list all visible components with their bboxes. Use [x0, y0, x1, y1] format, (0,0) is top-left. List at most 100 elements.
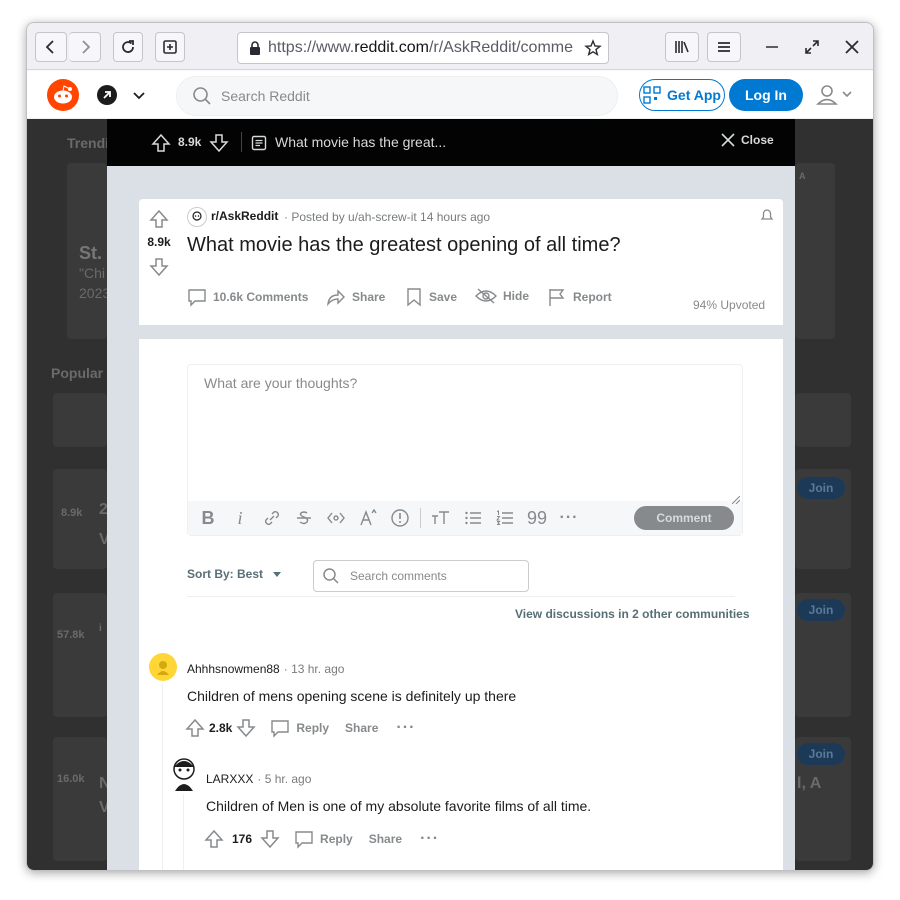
reddit-header: Search Reddit Get App Log In	[27, 71, 873, 119]
feed-filter-right[interactable]	[795, 393, 851, 447]
report-button[interactable]: Report	[547, 287, 612, 307]
bold-icon[interactable]: B	[192, 501, 224, 535]
feed-count-3: 16.0k	[57, 773, 85, 785]
new-tab-button[interactable]	[155, 32, 185, 62]
feed-post-2-letter: i	[99, 623, 102, 634]
toolbar-divider	[420, 508, 421, 528]
close-modal-button[interactable]: Close	[721, 133, 774, 147]
comment-share-button[interactable]: Share	[345, 721, 378, 735]
url-bar[interactable]: https://www. reddit.com/r/AskReddit/comme	[237, 32, 609, 64]
more-options-icon[interactable]: ···	[553, 501, 585, 535]
get-app-button[interactable]: Get App	[639, 79, 725, 111]
avatar[interactable]	[167, 755, 201, 793]
upvote-icon[interactable]	[185, 718, 205, 738]
search-icon	[323, 568, 339, 584]
reload-button[interactable]	[113, 32, 143, 62]
comments-button[interactable]: 10.6k Comments	[187, 287, 308, 307]
quote-block-icon[interactable]: 99	[521, 501, 553, 535]
browser-window: https://www. reddit.com/r/AskReddit/comme	[26, 22, 874, 871]
popular-arrow-icon[interactable]	[97, 85, 117, 105]
post-modal-bar: 8.9k What movie has the great... Close	[107, 119, 795, 166]
star-icon[interactable]	[584, 39, 602, 57]
modal-vote-count: 8.9k	[178, 135, 202, 149]
log-in-button[interactable]: Log In	[729, 79, 803, 111]
reddit-logo-icon[interactable]	[47, 79, 79, 111]
post-card: 8.9k r/AskReddit · Posted by u/ah-screw-…	[139, 199, 783, 870]
post-downvote-icon[interactable]	[149, 257, 169, 277]
maximize-button[interactable]	[801, 36, 823, 58]
comment-2-header: LARXXX · 5 hr. ago	[206, 772, 311, 786]
user-menu-button[interactable]	[815, 83, 859, 107]
thread-line-2[interactable]	[183, 794, 184, 870]
upvote-icon[interactable]	[204, 829, 224, 849]
more-icon[interactable]: ···	[396, 719, 415, 737]
spoiler-icon[interactable]	[384, 501, 416, 535]
join-button-2[interactable]: Join	[797, 599, 845, 621]
numbered-list-icon[interactable]	[489, 501, 521, 535]
thread-line-1[interactable]	[162, 684, 163, 870]
downvote-icon[interactable]	[209, 133, 229, 153]
upvote-icon[interactable]	[151, 133, 171, 153]
close-window-button[interactable]	[841, 36, 863, 58]
new-tab-icon	[163, 40, 177, 54]
arrow-right-icon	[81, 40, 90, 54]
share-button[interactable]: Share	[326, 287, 385, 307]
minimize-button[interactable]	[761, 36, 783, 58]
browser-toolbar: https://www. reddit.com/r/AskReddit/comme	[27, 23, 873, 70]
subreddit-link[interactable]: r/AskReddit	[211, 209, 278, 223]
comment-author[interactable]: LARXXX	[206, 772, 253, 786]
forward-button[interactable]	[69, 32, 101, 62]
reply-button[interactable]: Reply	[270, 718, 329, 738]
bulleted-list-icon[interactable]	[457, 501, 489, 535]
back-button[interactable]	[35, 32, 67, 62]
heading-icon[interactable]	[425, 501, 457, 535]
trending-card-sub: "Chi	[79, 265, 105, 281]
maximize-icon	[805, 40, 819, 54]
join-button-1[interactable]: Join	[797, 477, 845, 499]
comment-share-button[interactable]: Share	[369, 832, 402, 846]
feed-post-2-left[interactable]	[53, 593, 107, 717]
join-button-3[interactable]: Join	[797, 743, 845, 765]
library-button[interactable]	[665, 32, 699, 62]
trending-card-right[interactable]	[795, 163, 835, 339]
share-label: Share	[352, 290, 386, 304]
menu-button[interactable]	[707, 32, 741, 62]
popular-label: Popular p	[51, 365, 116, 381]
hide-button[interactable]: Hide	[475, 287, 529, 305]
chevron-down-icon[interactable]	[131, 88, 147, 104]
post-modal: 8.9k r/AskReddit · Posted by u/ah-screw-…	[107, 166, 795, 870]
link-icon[interactable]	[256, 501, 288, 535]
comment-editor[interactable]: What are your thoughts? B i 99 ··· Comme…	[187, 364, 743, 536]
downvote-icon[interactable]	[236, 718, 257, 738]
avatar[interactable]	[149, 653, 177, 681]
resize-handle[interactable]	[731, 491, 741, 505]
post-upvote-icon[interactable]	[149, 209, 169, 229]
more-icon[interactable]: ···	[420, 830, 439, 848]
bell-icon[interactable]	[759, 207, 775, 223]
hamburger-icon	[718, 42, 730, 52]
url-prefix: https://www.	[268, 39, 355, 56]
downvote-icon[interactable]	[260, 829, 280, 849]
strikethrough-icon[interactable]	[288, 501, 320, 535]
inline-code-icon[interactable]	[320, 501, 352, 535]
comment-placeholder: What are your thoughts?	[204, 375, 358, 391]
comment-text: Children of mens opening scene is defini…	[187, 688, 517, 704]
search-input[interactable]: Search Reddit	[176, 76, 618, 116]
reply-button[interactable]: Reply	[294, 829, 353, 849]
save-button[interactable]: Save	[405, 287, 457, 307]
post-icon	[251, 135, 267, 151]
comment-author[interactable]: Ahhhsnowmen88	[187, 662, 280, 676]
search-comments-input[interactable]: Search comments	[313, 560, 529, 592]
feed-post-1-left[interactable]	[53, 469, 107, 569]
trending-label: Trendi	[67, 135, 110, 151]
sort-dropdown[interactable]: Sort By: Best	[187, 567, 283, 581]
other-discussions-link[interactable]: View discussions in 2 other communities	[515, 607, 750, 621]
italic-icon[interactable]: i	[224, 501, 256, 535]
reply-label: Reply	[320, 832, 353, 846]
comment-button[interactable]: Comment	[634, 506, 734, 530]
feed-filter-left[interactable]	[53, 393, 107, 447]
posted-by: · Posted by u/ah-screw-it 14 hours ago	[284, 210, 491, 224]
superscript-icon[interactable]	[352, 501, 384, 535]
subreddit-avatar-icon[interactable]	[187, 207, 207, 227]
comment-1-actions: 2.8k Reply Share ···	[185, 718, 415, 738]
